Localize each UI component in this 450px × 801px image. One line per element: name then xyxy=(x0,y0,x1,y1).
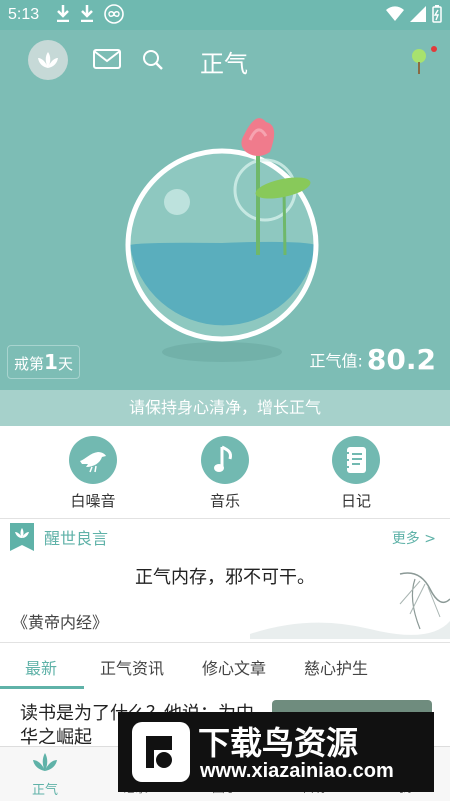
white-noise-button[interactable]: 白噪音 xyxy=(48,436,138,511)
lotus-icon xyxy=(33,753,57,771)
quote-source: 《黄帝内经》 xyxy=(12,613,109,632)
signal-icon xyxy=(410,6,426,22)
diary-button[interactable]: 日记 xyxy=(311,436,401,511)
motto-banner: 请保持身心清净，增长正气 xyxy=(0,390,450,426)
days-count: 1 xyxy=(44,350,58,374)
tab-news[interactable]: 正气资讯 xyxy=(100,655,164,679)
tab-articles[interactable]: 修心文章 xyxy=(202,655,266,679)
search-button[interactable] xyxy=(142,49,164,75)
page-title: 正气 xyxy=(200,50,248,78)
download-icon xyxy=(81,5,93,22)
battery-icon xyxy=(432,5,442,23)
tab-life-protection[interactable]: 慈心护生 xyxy=(304,655,368,679)
lotus-logo-button[interactable] xyxy=(28,40,68,80)
status-time: 5:13 xyxy=(8,6,40,23)
mail-button[interactable] xyxy=(93,49,121,73)
lotus-icon xyxy=(38,52,58,68)
search-icon xyxy=(143,50,163,70)
lotus-bookmark-icon xyxy=(10,523,34,551)
quote-section: 醒世良言 更多 > 正气内存，邪不可干。 《黄帝内经》 xyxy=(0,519,450,641)
watermark-overlay: 下载鸟资源 www.xiazainiao.com xyxy=(118,712,434,792)
zhengqi-number: 80.2 xyxy=(366,343,436,376)
zhengqi-label: 正气值: xyxy=(309,351,363,371)
zhengqi-value: 正气值: 80.2 xyxy=(310,343,437,376)
watermark-brand: 下载鸟资源 xyxy=(198,724,359,762)
tree-button[interactable] xyxy=(407,46,437,80)
status-bar: 5:13 xyxy=(0,0,450,30)
tree-icon xyxy=(412,46,437,74)
app-bar: 正气 xyxy=(0,30,450,90)
music-note-icon xyxy=(201,436,249,484)
abstain-days-badge: 戒第1天 xyxy=(7,345,80,379)
bird-logo-icon xyxy=(132,722,190,782)
tab-latest[interactable]: 最新 xyxy=(25,655,57,679)
quote-text: 正气内存，邪不可干。 xyxy=(135,567,315,588)
quote-section-title: 醒世良言 xyxy=(44,529,109,548)
status-notifications xyxy=(56,4,124,24)
nav-zhengqi[interactable]: 正气 xyxy=(10,751,80,798)
article-tabs: 最新 正气资讯 修心文章 慈心护生 xyxy=(0,643,450,689)
bird-icon xyxy=(69,436,117,484)
active-tab-underline xyxy=(0,686,84,689)
mail-icon xyxy=(93,49,121,69)
notebook-icon xyxy=(332,436,380,484)
music-button[interactable]: 音乐 xyxy=(180,436,270,511)
quick-actions: 白噪音 音乐 日记 xyxy=(0,426,450,518)
more-quotes-link[interactable]: 更多 > xyxy=(392,528,436,548)
download-icon xyxy=(57,5,69,22)
wifi-icon xyxy=(386,6,404,22)
infinity-app-icon xyxy=(104,4,124,24)
watermark-url: www.xiazainiao.com xyxy=(200,760,394,782)
status-right xyxy=(386,5,442,23)
